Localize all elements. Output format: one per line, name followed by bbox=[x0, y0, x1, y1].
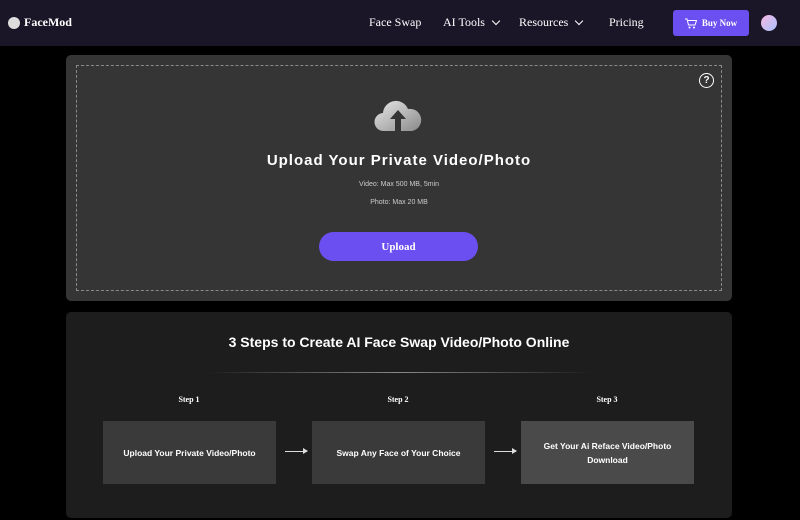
facemod-logo-icon bbox=[8, 16, 20, 29]
photo-limit: Photo: Max 20 MB bbox=[370, 199, 428, 206]
chevron-down-icon bbox=[491, 16, 501, 26]
steps-section: 3 Steps to Create AI Face Swap Video/Pho… bbox=[66, 312, 732, 518]
cloud-upload-icon bbox=[374, 100, 422, 132]
step-2-box: Swap Any Face of Your Choice bbox=[312, 421, 485, 484]
chevron-down-icon bbox=[575, 16, 584, 26]
avatar[interactable] bbox=[761, 15, 777, 31]
nav-ai-tools[interactable]: AI Tools bbox=[443, 15, 501, 30]
nav-face-swap[interactable]: Face Swap bbox=[369, 15, 421, 30]
steps-title: 3 Steps to Create AI Face Swap Video/Pho… bbox=[228, 334, 570, 350]
nav-label: Resources bbox=[519, 15, 569, 29]
nav-resources[interactable]: Resources bbox=[519, 15, 584, 30]
step-3-label: Step 3 bbox=[596, 395, 618, 404]
upload-title: Upload Your Private Video/Photo bbox=[266, 152, 532, 169]
step-1-label: Step 1 bbox=[178, 395, 200, 404]
upload-button[interactable]: Upload bbox=[319, 232, 478, 261]
buy-now-label: Buy Now bbox=[701, 18, 738, 28]
help-icon[interactable]: ? bbox=[699, 73, 714, 88]
buy-now-button[interactable]: Buy Now bbox=[673, 10, 749, 36]
brand-name: FaceMod bbox=[24, 15, 72, 29]
divider bbox=[206, 372, 592, 373]
top-nav: FaceMod Face Swap AI Tools Resources Pri… bbox=[0, 0, 800, 46]
upload-dropzone[interactable]: ? Upload Your Private Video/Photo Video:… bbox=[66, 55, 732, 301]
cart-icon bbox=[684, 18, 697, 28]
video-limit: Video: Max 500 MB, 5min bbox=[358, 181, 440, 188]
nav-label: AI Tools bbox=[443, 15, 485, 29]
brand-logo[interactable]: FaceMod bbox=[8, 15, 72, 30]
nav-pricing[interactable]: Pricing bbox=[609, 15, 644, 30]
step-1-box: Upload Your Private Video/Photo bbox=[103, 421, 276, 484]
arrow-right-icon bbox=[494, 448, 517, 454]
step-2-label: Step 2 bbox=[387, 395, 409, 404]
arrow-right-icon bbox=[285, 448, 308, 454]
step-3-box: Get Your Ai Reface Video/Photo Download bbox=[521, 421, 694, 484]
